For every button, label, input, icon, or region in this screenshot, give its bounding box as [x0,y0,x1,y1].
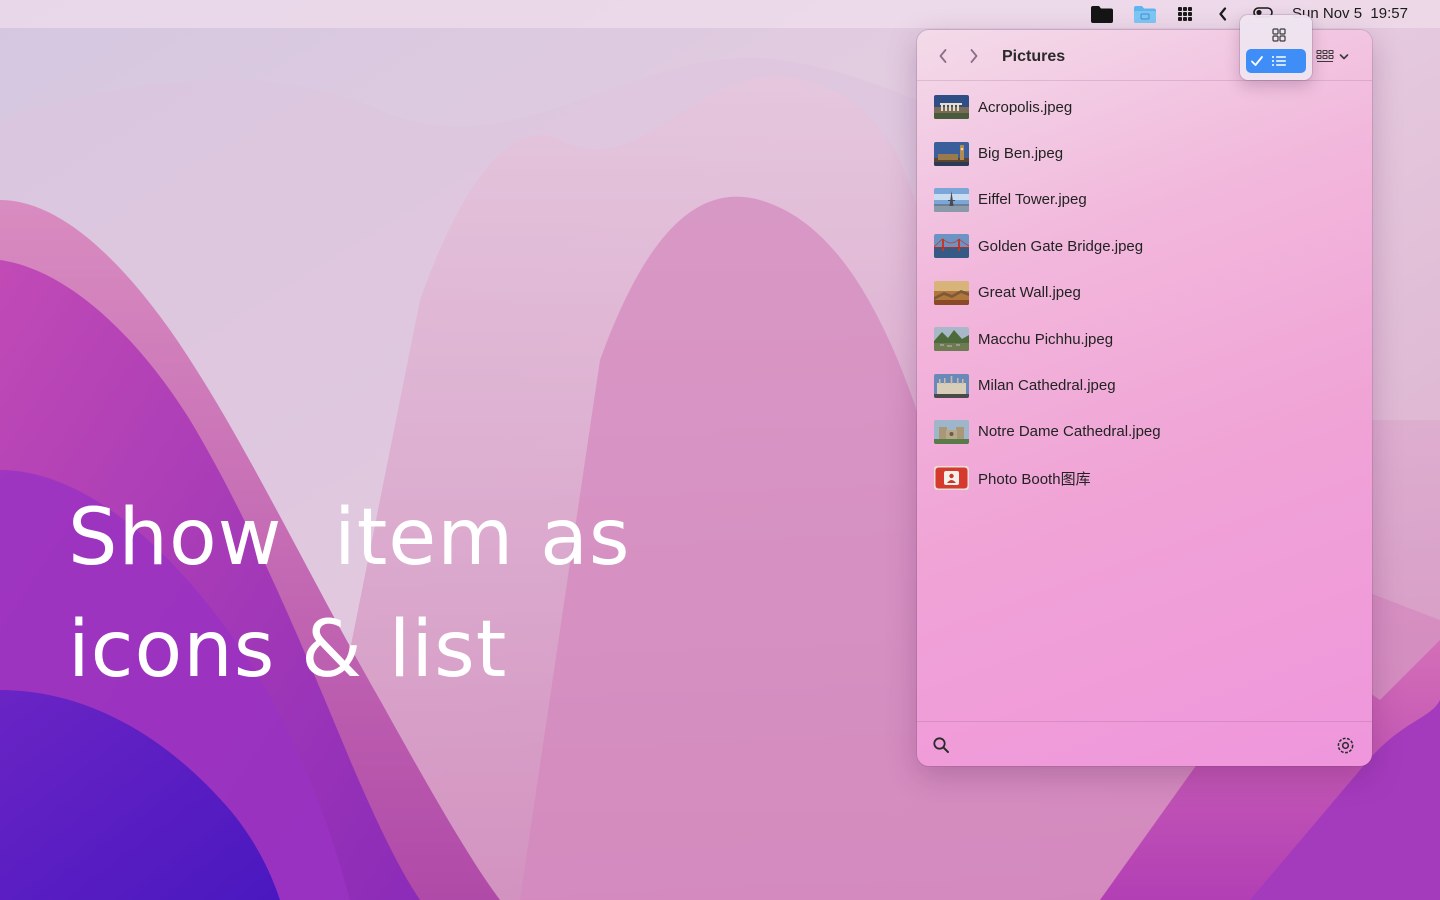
file-list: Acropolis.jpeg Big Ben.jpeg Eiffel Tower.j… [917,84,1372,502]
file-row[interactable]: Notre Dame Cathedral.jpeg [917,409,1372,455]
file-row[interactable]: Photo Booth图库 [917,455,1372,501]
clock-time: 19:57 [1370,5,1408,22]
file-name: Golden Gate Bridge.jpeg [978,237,1144,255]
machupicchu-thumbnail [934,327,969,352]
headline-line-2: icons & list [68,605,508,695]
view-mode-menu [1240,15,1312,80]
eiffel-thumbnail [934,187,969,212]
search-icon [933,737,949,753]
search-button[interactable] [931,735,951,755]
view-mode-button[interactable] [1316,47,1356,67]
acropolis-thumbnail [934,95,969,120]
file-row[interactable]: Great Wall.jpeg [917,270,1372,316]
folder-icon[interactable] [1089,4,1115,24]
view-option-list[interactable] [1246,49,1306,73]
grid-view-icon [1316,49,1334,63]
file-row[interactable]: Golden Gate Bridge.jpeg [917,223,1372,269]
gear-icon [1337,737,1353,753]
folder-title: Pictures [1002,48,1066,65]
view-option-icons[interactable] [1246,23,1306,47]
chevron-left-icon [939,49,947,63]
checkmark-icon [1251,56,1263,66]
file-row[interactable]: Acropolis.jpeg [917,84,1372,130]
photobooth-thumbnail [934,466,969,491]
file-row[interactable]: Eiffel Tower.jpeg [917,177,1372,223]
back-button[interactable] [933,46,953,66]
settings-button[interactable] [1335,735,1355,755]
goldengate-thumbnail [934,234,969,259]
file-name: Milan Cathedral.jpeg [978,377,1116,395]
bigben-thumbnail [934,141,969,166]
menu-bar: Sun Nov 5 19:57 [0,0,1440,28]
chevron-left-icon[interactable] [1216,4,1230,24]
file-row[interactable]: Milan Cathedral.jpeg [917,362,1372,408]
file-name: Photo Booth图库 [978,470,1091,488]
file-row[interactable]: Big Ben.jpeg [917,130,1372,176]
greatwall-thumbnail [934,280,969,305]
chevron-right-icon [970,49,978,63]
file-name: Notre Dame Cathedral.jpeg [978,423,1161,441]
files-popover-window: Pictures Acropolis.jpeg Big Ben.jpeg Eiffe… [917,30,1372,766]
grid-apps-icon[interactable] [1175,4,1195,24]
file-name: Big Ben.jpeg [978,145,1064,163]
list-view-icon [1272,56,1286,66]
promo-headline: Show item as icons & list [68,482,708,706]
icon-grid-icon [1272,28,1286,42]
file-name: Macchu Pichhu.jpeg [978,330,1114,348]
file-name: Eiffel Tower.jpeg [978,191,1087,209]
milan-thumbnail [934,373,969,398]
headline-line-1: Show item as [68,493,631,583]
file-name: Acropolis.jpeg [978,98,1073,116]
file-name: Great Wall.jpeg [978,284,1081,302]
file-row[interactable]: Macchu Pichhu.jpeg [917,316,1372,362]
finder-folder-icon[interactable] [1132,4,1158,24]
chevron-down-icon [1339,54,1349,60]
forward-button[interactable] [964,46,984,66]
notredame-thumbnail [934,419,969,444]
panel-footer [917,721,1372,766]
